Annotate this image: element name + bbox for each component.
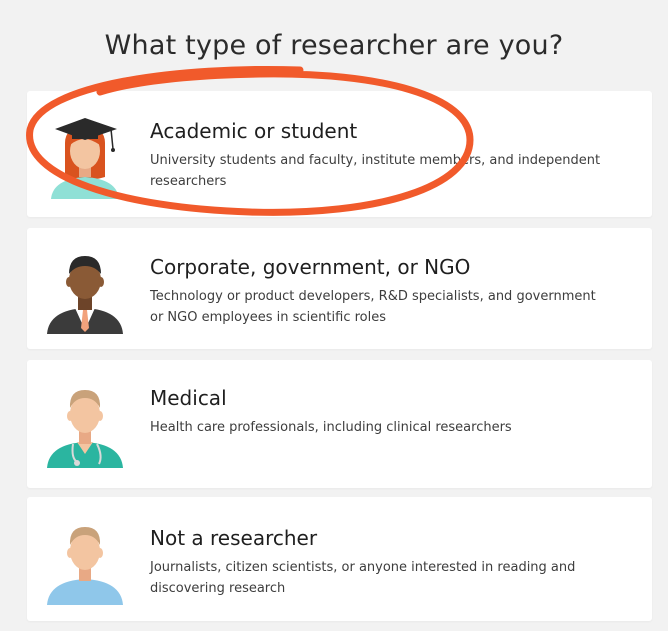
option-not-a-researcher[interactable]: Not a researcher Journalists, citizen sc…	[27, 497, 652, 621]
option-title: Medical	[150, 386, 227, 410]
option-title: Not a researcher	[150, 526, 318, 550]
doctor-avatar-icon	[45, 378, 125, 468]
option-medical[interactable]: Medical Health care professionals, inclu…	[27, 360, 652, 488]
option-corporate-government-ngo[interactable]: Corporate, government, or NGO Technology…	[27, 228, 652, 349]
option-title: Academic or student	[150, 119, 358, 143]
option-description: Health care professionals, including cli…	[150, 420, 512, 435]
option-description: Journalists, citizen scientists, or anyo…	[150, 560, 576, 596]
graduate-avatar-icon	[45, 109, 125, 199]
option-description: University students and faculty, institu…	[150, 153, 601, 189]
option-title: Corporate, government, or NGO	[150, 255, 471, 279]
option-academic-or-student[interactable]: Academic or student University students …	[27, 91, 652, 217]
option-description: Technology or product developers, R&D sp…	[150, 289, 596, 325]
business-person-avatar-icon	[45, 244, 125, 334]
person-avatar-icon	[45, 515, 125, 605]
page-title: What type of researcher are you?	[104, 30, 564, 61]
